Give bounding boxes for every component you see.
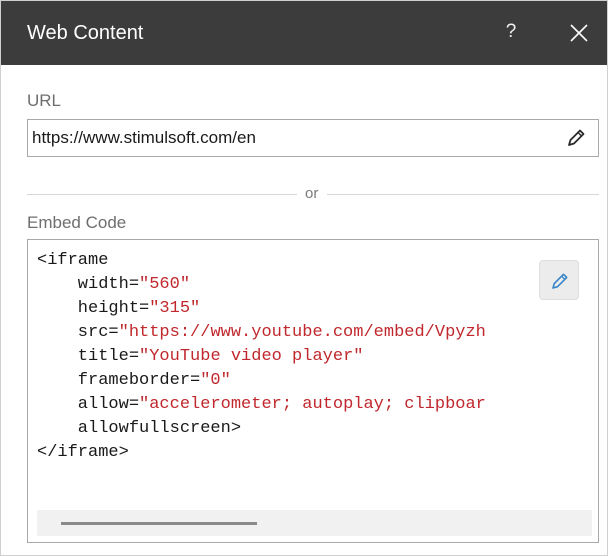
horizontal-scrollbar[interactable] bbox=[37, 510, 592, 536]
url-label: URL bbox=[27, 91, 62, 110]
code-attribute: <iframe bbox=[37, 251, 109, 270]
separator-line-right bbox=[327, 194, 599, 195]
or-separator: or bbox=[27, 185, 599, 205]
embed-edit-button[interactable] bbox=[539, 260, 579, 300]
code-line: <iframe bbox=[37, 249, 593, 273]
code-attribute: allowfullscreen> bbox=[37, 419, 242, 438]
code-line: frameborder="0" bbox=[37, 369, 593, 393]
code-attribute: </iframe> bbox=[37, 443, 129, 462]
or-text: or bbox=[305, 185, 319, 202]
pencil-icon bbox=[568, 129, 585, 146]
code-attribute: allow= bbox=[37, 395, 140, 414]
code-line: src="https://www.youtube.com/embed/Vpyzh bbox=[37, 321, 593, 345]
embed-code-text[interactable]: <iframe width="560" height="315" src="ht… bbox=[37, 249, 593, 465]
url-value[interactable]: https://www.stimulsoft.com/en bbox=[32, 128, 256, 148]
embed-code-editor[interactable]: <iframe width="560" height="315" src="ht… bbox=[27, 239, 599, 543]
separator-line-left bbox=[27, 194, 297, 195]
code-string-value: "0" bbox=[200, 371, 231, 390]
code-string-value: "315" bbox=[149, 299, 201, 318]
code-line: allowfullscreen> bbox=[37, 417, 593, 441]
code-line: height="315" bbox=[37, 297, 593, 321]
code-line: title="YouTube video player" bbox=[37, 345, 593, 369]
code-attribute: width= bbox=[37, 275, 140, 294]
code-line: allow="accelerometer; autoplay; clipboar bbox=[37, 393, 593, 417]
code-string-value: "accelerometer; autoplay; clipboar bbox=[139, 395, 486, 414]
close-button[interactable] bbox=[561, 16, 597, 50]
code-string-value: "YouTube video player" bbox=[139, 347, 364, 366]
close-icon bbox=[570, 24, 588, 42]
code-attribute: title= bbox=[37, 347, 140, 366]
code-attribute: src= bbox=[37, 323, 119, 342]
code-string-value: "560" bbox=[139, 275, 191, 294]
pencil-icon bbox=[552, 273, 568, 289]
code-line: width="560" bbox=[37, 273, 593, 297]
title-bar: Web Content ? bbox=[1, 1, 607, 65]
code-attribute: frameborder= bbox=[37, 371, 201, 390]
url-field[interactable]: https://www.stimulsoft.com/en bbox=[27, 119, 599, 157]
scrollbar-thumb[interactable] bbox=[61, 522, 257, 525]
url-edit-button[interactable] bbox=[565, 127, 587, 149]
embed-code-label: Embed Code bbox=[27, 213, 127, 232]
help-button[interactable]: ? bbox=[497, 16, 525, 48]
web-content-dialog: Web Content ? URL https://www.stimulsoft… bbox=[0, 0, 608, 556]
code-attribute: height= bbox=[37, 299, 150, 318]
dialog-title: Web Content bbox=[27, 22, 144, 44]
code-string-value: "https://www.youtube.com/embed/Vpyzh bbox=[118, 323, 486, 342]
code-line: </iframe> bbox=[37, 441, 593, 465]
